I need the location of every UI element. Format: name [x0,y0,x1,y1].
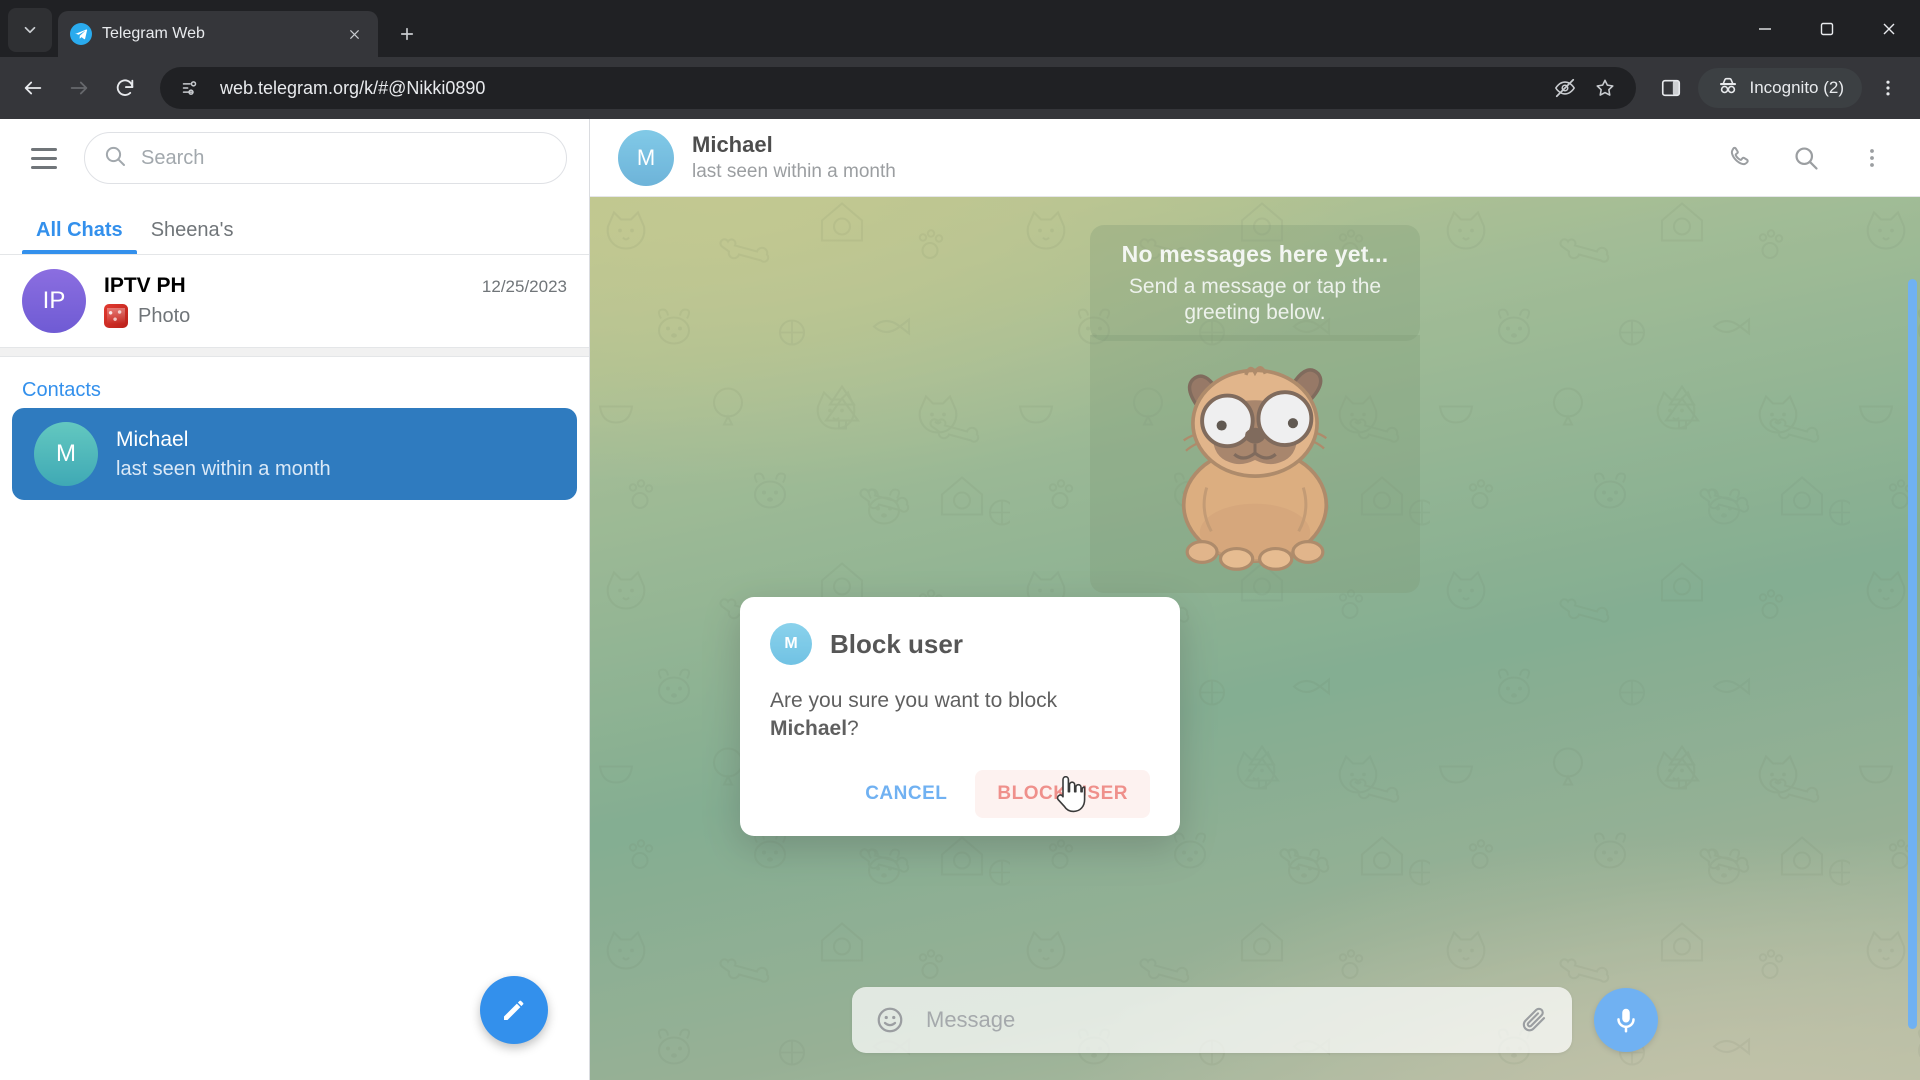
contact-item-subline: last seen within a month [116,458,555,481]
list-item[interactable]: IP IPTV PH 12/25/2023 Photo [0,255,589,347]
chat-name: IPTV PH [104,274,186,297]
modal-overlay[interactable] [590,119,1920,1080]
incognito-label: Incognito (2) [1749,78,1845,97]
page-viewport: Search All Chats Sheena's IP IPTV PH 12/… [0,119,1920,1080]
browser-toolbar: web.telegram.org/k/#@Nikki0890 Incognito… [0,57,1920,119]
avatar: M [34,422,98,486]
search-placeholder: Search [141,146,205,169]
site-settings-icon[interactable] [176,73,206,103]
compose-button[interactable] [480,976,548,1044]
maximize-icon [1820,22,1834,35]
window-controls [1734,0,1920,57]
chat-item-topline: IPTV PH 12/25/2023 [104,274,567,298]
side-panel-icon[interactable] [1650,67,1692,109]
telegram-icon [70,23,92,45]
eye-off-icon[interactable] [1550,73,1580,103]
chat-item-subline: Photo [104,304,567,328]
chat-filter-tabs: All Chats Sheena's [0,197,589,255]
search-icon [103,144,127,173]
close-icon [1883,23,1895,34]
chat-timestamp: 12/25/2023 [481,277,567,296]
browser-tab[interactable]: Telegram Web [58,11,378,57]
contact-item-content: Michael last seen within a month [116,428,555,481]
chat-preview: Photo [138,304,191,327]
chat-list: IP IPTV PH 12/25/2023 Photo Contacts M M… [0,255,589,1080]
pencil-icon [504,1000,524,1020]
close-icon [349,29,359,39]
plus-icon [400,27,414,41]
arrow-left-icon [24,81,42,95]
three-dots-vertical-icon [1886,80,1890,96]
contact-name: Michael [116,427,189,451]
incognito-indicator[interactable]: Incognito (2) [1697,68,1862,108]
chat-sidebar: Search All Chats Sheena's IP IPTV PH 12/… [0,119,590,1080]
address-bar[interactable]: web.telegram.org/k/#@Nikki0890 [160,67,1636,109]
reload-button[interactable] [104,67,146,109]
forward-button[interactable] [58,67,100,109]
back-button[interactable] [12,67,54,109]
contacts-section-title: Contacts [22,379,101,401]
window-maximize-button[interactable] [1796,0,1858,57]
tab-all-chats[interactable]: All Chats [22,219,137,254]
tab-search-button[interactable] [8,8,52,52]
chat-item-content: IPTV PH 12/25/2023 Photo [104,274,567,328]
omnibox-actions [1550,73,1628,103]
hamburger-icon[interactable] [22,136,66,180]
contact-status: last seen within a month [116,457,331,480]
avatar: IP [22,269,86,333]
window-minimize-button[interactable] [1734,0,1796,57]
minimize-icon [1759,27,1771,30]
incognito-icon [1716,74,1740,103]
tab-title: Telegram Web [102,25,205,42]
tab-close-button[interactable] [342,22,366,46]
tab-sheenas[interactable]: Sheena's [137,219,248,254]
photo-thumbnail-icon [104,304,128,328]
sidebar-header: Search [0,119,589,197]
tab-strip: Telegram Web [0,0,1920,57]
chat-pane: M Michael last seen within a month No me… [590,119,1920,1080]
search-input[interactable]: Search [84,132,567,184]
url-text: web.telegram.org/k/#@Nikki0890 [220,77,486,98]
reload-icon [116,79,134,96]
chevron-down-icon [24,26,36,34]
browser-window: Telegram Web web.telegram.org/k/#@Nikki0… [0,0,1920,1080]
contact-item-topline: Michael [116,428,555,452]
chrome-menu-button[interactable] [1868,67,1908,109]
new-tab-button[interactable] [390,17,424,51]
window-close-button[interactable] [1858,0,1920,57]
list-divider [0,347,589,357]
arrow-right-icon [70,81,88,95]
sidebar-item-michael[interactable]: M Michael last seen within a month [12,408,577,500]
star-icon[interactable] [1590,73,1620,103]
toolbar-right: Incognito (2) [1650,67,1909,109]
